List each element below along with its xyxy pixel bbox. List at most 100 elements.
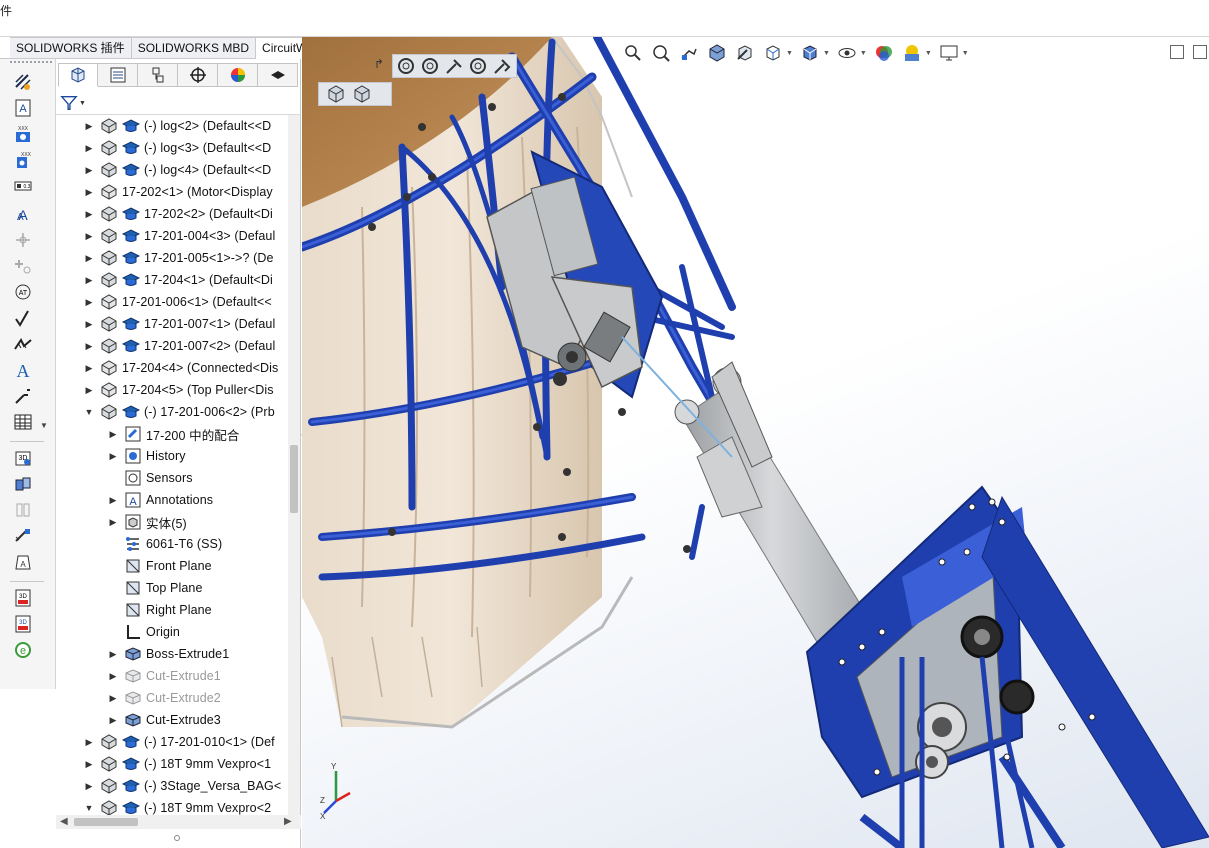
tree-component-row[interactable]: ▶ (-) 17-201-010<1> (Def bbox=[84, 731, 275, 753]
table-icon[interactable] bbox=[12, 411, 34, 433]
tree-component-row[interactable]: ▶ 17-202<2> (Default<Di bbox=[84, 203, 273, 225]
isometric-view-icon[interactable] bbox=[325, 83, 347, 105]
weld-symbol-icon[interactable]: AA bbox=[12, 203, 34, 225]
display-manager-tab[interactable] bbox=[218, 63, 258, 87]
tree-component-row[interactable]: ▶ (-) log<2> (Default<<D bbox=[84, 115, 271, 137]
leader-icon[interactable] bbox=[12, 385, 34, 407]
expand-arrow-icon[interactable]: ▶ bbox=[108, 429, 118, 440]
tree-component-row[interactable]: ▶ 17-204<1> (Default<Di bbox=[84, 269, 273, 291]
expand-arrow-icon[interactable]: ▶ bbox=[84, 759, 94, 770]
scroll-right-arrow[interactable]: ▶ bbox=[284, 816, 292, 827]
tree-feature-row[interactable]: Origin bbox=[108, 621, 180, 643]
tree-component-row[interactable]: ▶ 17-201-004<3> (Defaul bbox=[84, 225, 275, 247]
tree-component-row[interactable]: ▶ (-) log<4> (Default<<D bbox=[84, 159, 271, 181]
roll-icon[interactable] bbox=[467, 55, 489, 77]
table-dropdown-arrow[interactable]: ▼ bbox=[40, 421, 48, 430]
tree-feature-row[interactable]: Front Plane bbox=[108, 555, 212, 577]
tree-component-row[interactable]: ▶ 17-201-005<1>->? (De bbox=[84, 247, 274, 269]
expand-arrow-icon[interactable]: ▶ bbox=[84, 165, 94, 176]
tree-component-row[interactable]: ▶ (-) 18T 9mm Vexpro<1 bbox=[84, 753, 271, 775]
tab-solidworks-addins[interactable]: SOLIDWORKS 插件 bbox=[10, 37, 132, 59]
view-settings-icon[interactable] bbox=[938, 42, 960, 64]
scroll-left-arrow[interactable]: ◀ bbox=[60, 816, 68, 827]
panel-resize-handle[interactable] bbox=[174, 835, 180, 841]
datum-feature-icon[interactable]: AT bbox=[12, 281, 34, 303]
expand-arrow-icon[interactable]: ▶ bbox=[84, 187, 94, 198]
scrollbar-thumb[interactable] bbox=[74, 818, 138, 826]
graphics-area[interactable]: ↱ ▼ ▼ ▼ ▼ ▼ Y Z X bbox=[302, 37, 1209, 848]
expand-arrow-icon[interactable]: ▶ bbox=[108, 451, 118, 462]
expand-arrow-icon[interactable]: ▶ bbox=[84, 781, 94, 792]
tree-feature-row[interactable]: ▶ Cut-Extrude2 bbox=[108, 687, 221, 709]
bill-of-materials-icon[interactable]: 0.3 bbox=[12, 175, 34, 197]
tree-vertical-scrollbar[interactable] bbox=[288, 115, 300, 815]
tree-component-row[interactable]: ▶ 17-204<4> (Connected<Dis bbox=[84, 357, 278, 379]
expand-arrow-icon[interactable]: ▶ bbox=[108, 649, 118, 660]
add-datum-icon[interactable] bbox=[12, 255, 34, 277]
text-icon[interactable]: A bbox=[12, 359, 34, 381]
tree-component-row[interactable]: ▶ (-) log<3> (Default<<D bbox=[84, 137, 271, 159]
tree-feature-row[interactable]: ▶ Boss-Extrude1 bbox=[108, 643, 230, 665]
expand-arrow-icon[interactable]: ▶ bbox=[84, 209, 94, 220]
trimetric-view-icon[interactable] bbox=[351, 83, 373, 105]
balloon-icon[interactable]: XXX bbox=[12, 123, 34, 145]
display-style-dropdown[interactable]: ▼ bbox=[823, 50, 830, 57]
expand-arrow-icon[interactable]: ▶ bbox=[84, 121, 94, 132]
zoom-icon[interactable] bbox=[491, 55, 513, 77]
auto-balloon-icon[interactable]: XXX bbox=[12, 149, 34, 171]
mass-properties-icon[interactable]: A bbox=[12, 551, 34, 573]
dimxpert-tab[interactable] bbox=[178, 63, 218, 87]
filter-dropdown-arrow[interactable]: ▼ bbox=[79, 100, 86, 107]
3d-model-scene[interactable] bbox=[302, 37, 1209, 848]
explode-view-icon[interactable] bbox=[12, 473, 34, 495]
surface-finish-icon[interactable] bbox=[12, 307, 34, 329]
property-manager-tab[interactable] bbox=[98, 63, 138, 87]
display-style-icon[interactable] bbox=[799, 42, 821, 64]
tree-component-row[interactable]: ▼ (-) 18T 9mm Vexpro<2 bbox=[84, 797, 271, 815]
tree-feature-row[interactable]: ▶ History bbox=[108, 445, 186, 467]
section-view-icon[interactable] bbox=[12, 499, 34, 521]
tab-solidworks-mbd[interactable]: SOLIDWORKS MBD bbox=[131, 37, 257, 59]
tree-feature-row[interactable]: 6061-T6 (SS) bbox=[108, 533, 222, 555]
tree-component-row[interactable]: ▶ 17-204<5> (Top Puller<Dis bbox=[84, 379, 274, 401]
pan-icon[interactable] bbox=[443, 55, 465, 77]
feature-tree-tab[interactable] bbox=[58, 63, 98, 87]
apply-scene-dropdown[interactable]: ▼ bbox=[925, 50, 932, 57]
expand-arrow-icon[interactable]: ▶ bbox=[84, 143, 94, 154]
collapse-arrow-icon[interactable]: ▼ bbox=[84, 803, 94, 813]
expand-arrow-icon[interactable]: ▶ bbox=[108, 671, 118, 682]
hide-show-items-icon[interactable] bbox=[836, 42, 858, 64]
expand-arrow-icon[interactable]: ▶ bbox=[108, 495, 118, 506]
tree-feature-row[interactable]: Right Plane bbox=[108, 599, 212, 621]
view-orientation-dropdown[interactable]: ▼ bbox=[786, 50, 793, 57]
rotate-icon[interactable] bbox=[395, 55, 417, 77]
tree-filter[interactable]: ▼ bbox=[60, 93, 86, 113]
apply-scene-icon[interactable] bbox=[901, 42, 923, 64]
weld-bead-icon[interactable] bbox=[12, 333, 34, 355]
tree-component-row[interactable]: ▶ 17-202<1> (Motor<Display bbox=[84, 181, 273, 203]
tree-feature-row[interactable]: ▶ A Annotations bbox=[108, 489, 213, 511]
expand-arrow-icon[interactable]: ▶ bbox=[84, 737, 94, 748]
expand-arrow-icon[interactable]: ▶ bbox=[108, 715, 118, 726]
tree-component-row[interactable]: ▶ 17-201-006<1> (Default<< bbox=[84, 291, 272, 313]
cam-tab[interactable] bbox=[258, 63, 298, 87]
collapse-arrow-icon[interactable]: ▼ bbox=[84, 407, 94, 417]
smart-dimension-icon[interactable] bbox=[12, 71, 34, 93]
datum-target-icon[interactable] bbox=[12, 229, 34, 251]
zoom-to-fit-icon[interactable] bbox=[622, 42, 644, 64]
tree-feature-row[interactable]: ▶ Cut-Extrude3 bbox=[108, 709, 221, 731]
dynamic-annotation-icon[interactable] bbox=[734, 42, 756, 64]
expand-arrow-icon[interactable]: ▶ bbox=[84, 319, 94, 330]
expand-arrow-icon[interactable]: ▶ bbox=[84, 253, 94, 264]
tree-feature-row[interactable]: Top Plane bbox=[108, 577, 203, 599]
tree-component-row[interactable]: ▶ 17-201-007<2> (Defaul bbox=[84, 335, 275, 357]
expand-arrow-icon[interactable]: ▶ bbox=[84, 275, 94, 286]
toolbar-grip[interactable] bbox=[10, 61, 52, 64]
tree-horizontal-scrollbar[interactable]: ◀ ▶ bbox=[56, 815, 301, 829]
tile-window-icon[interactable] bbox=[1170, 45, 1184, 59]
previous-view-icon[interactable] bbox=[678, 42, 700, 64]
configuration-manager-tab[interactable] bbox=[138, 63, 178, 87]
restore-window-icon[interactable] bbox=[1193, 45, 1207, 59]
note-icon[interactable]: A bbox=[12, 97, 34, 119]
view-settings-dropdown[interactable]: ▼ bbox=[962, 50, 969, 57]
